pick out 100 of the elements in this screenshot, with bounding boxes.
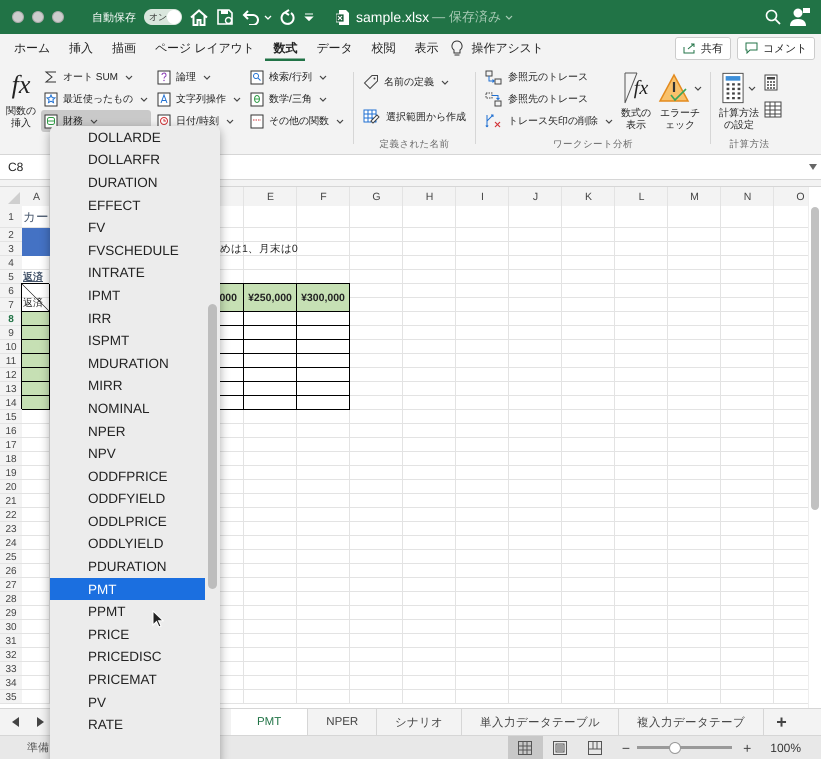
column-header[interactable]: M [668, 187, 721, 206]
menu-item[interactable]: PV [50, 690, 205, 714]
row-header[interactable]: 15 [0, 410, 22, 424]
column-header[interactable]: F [297, 187, 350, 206]
ribbon-button[interactable]: その他の関数 [247, 110, 347, 132]
row-header[interactable]: 10 [0, 340, 22, 354]
row-header[interactable]: 23 [0, 522, 22, 536]
row-header[interactable]: 7 [0, 298, 22, 312]
autosave-toggle[interactable]: オン [144, 9, 182, 25]
insert-function-button[interactable]: fx 関数の挿入 [4, 66, 38, 132]
ribbon-tab[interactable]: 表示 [406, 35, 446, 61]
row-header[interactable]: 33 [0, 662, 22, 676]
ribbon-button[interactable]: 名前の定義 [360, 66, 469, 98]
ribbon-tab[interactable]: 数式 [265, 35, 306, 61]
row-header[interactable]: 18 [0, 452, 22, 466]
menu-item[interactable]: EFFECT [50, 194, 205, 216]
ribbon-tab[interactable]: 校閲 [363, 35, 404, 61]
minimize-button[interactable] [32, 11, 44, 23]
row-header[interactable]: 34 [0, 676, 22, 690]
menu-item[interactable]: NPER [50, 420, 205, 442]
ribbon-tab[interactable]: ホーム [6, 35, 58, 61]
previous-sheet-icon[interactable] [12, 717, 20, 727]
row-header[interactable]: 12 [0, 368, 22, 382]
ribbon-button[interactable]: 数学/三角 [247, 88, 347, 110]
menu-item[interactable]: FVSCHEDULE [50, 238, 205, 262]
row-header[interactable]: 32 [0, 648, 22, 662]
row-header[interactable]: 16 [0, 424, 22, 438]
share-button[interactable]: 共有 [675, 36, 731, 60]
zoom-in-button[interactable]: + [738, 740, 756, 756]
ribbon-tab[interactable]: ページ レイアウト [147, 35, 262, 61]
menu-item[interactable]: PMT [50, 578, 205, 600]
row-header[interactable]: 25 [0, 550, 22, 564]
row-header[interactable]: 29 [0, 606, 22, 620]
row-header[interactable]: 19 [0, 466, 22, 480]
row-header[interactable]: 5 [0, 270, 22, 284]
menu-item[interactable]: NPV [50, 442, 205, 465]
ribbon-button[interactable]: 文字列操作 [154, 88, 244, 110]
ribbon-tab[interactable]: 描画 [104, 35, 144, 61]
column-header[interactable]: H [403, 187, 456, 206]
ribbon-button[interactable]: オート SUM [41, 66, 151, 88]
row-header[interactable]: 24 [0, 536, 22, 550]
menu-item[interactable]: MIRR [50, 374, 205, 398]
column-header[interactable]: K [562, 187, 615, 206]
row-header[interactable]: 4 [0, 256, 22, 270]
row-header[interactable]: 35 [0, 690, 22, 704]
row-header[interactable]: 27 [0, 578, 22, 592]
menu-item[interactable]: PPMT [50, 600, 205, 624]
column-header[interactable]: A [22, 187, 50, 206]
ribbon-button[interactable]: 参照元のトレース [482, 66, 616, 88]
calculation-options-button[interactable]: 計算方法の設定 [717, 66, 761, 134]
menu-item[interactable]: INTRATE [50, 262, 205, 284]
row-header[interactable]: 9 [0, 326, 22, 340]
add-sheet-button[interactable]: + [764, 712, 799, 732]
row-header[interactable]: 8 [0, 312, 22, 326]
calculator-icon[interactable] [764, 74, 778, 91]
column-header[interactable]: J [509, 187, 562, 206]
menu-item[interactable]: MDURATION [50, 352, 205, 375]
ribbon-button[interactable]: 検索/行列 [247, 66, 347, 88]
ribbon-button[interactable]: fx 数式の表示 [619, 66, 653, 134]
column-header[interactable]: N [721, 187, 774, 206]
menu-item[interactable]: ODDLPRICE [50, 510, 205, 533]
row-header[interactable]: 20 [0, 480, 22, 494]
menu-item[interactable]: PDURATION [50, 555, 205, 578]
ribbon-tab[interactable]: データ [308, 35, 360, 61]
menu-item[interactable]: PRICEMAT [50, 668, 205, 691]
menu-item[interactable]: ODDFYIELD [50, 488, 205, 510]
menu-item[interactable]: PRICE [50, 623, 205, 646]
row-header[interactable]: 30 [0, 620, 22, 634]
menu-item[interactable]: DOLLARFR [50, 148, 205, 172]
menu-item[interactable]: ODDFPRICE [50, 464, 205, 488]
search-icon[interactable] [765, 9, 781, 25]
row-header[interactable]: 21 [0, 494, 22, 508]
sheet-tab[interactable]: PMT [231, 709, 308, 735]
ribbon-button[interactable]: 選択範囲から作成 [360, 101, 469, 133]
view-button[interactable] [508, 736, 543, 759]
menu-item[interactable]: ODDLYIELD [50, 532, 205, 556]
save-icon[interactable] [216, 8, 234, 26]
row-header[interactable]: 17 [0, 438, 22, 452]
row-header[interactable]: 2 [0, 228, 22, 242]
menu-item[interactable]: ISPMT [50, 329, 205, 352]
column-header[interactable]: L [615, 187, 668, 206]
ribbon-button[interactable]: 参照先のトレース [482, 88, 616, 110]
menu-item[interactable]: PRICEDISC [50, 646, 205, 668]
row-header[interactable]: 28 [0, 592, 22, 606]
menu-item[interactable]: NOMINAL [50, 397, 205, 420]
row-header[interactable]: 14 [0, 396, 22, 410]
tell-me-button[interactable]: 操作アシスト [463, 35, 552, 61]
user-icon[interactable] [789, 7, 811, 27]
row-header[interactable]: 6 [0, 284, 22, 298]
ribbon-button[interactable]: エラーチェック [656, 66, 704, 134]
home-icon[interactable] [190, 8, 208, 26]
ribbon-button[interactable]: 最近使ったもの [41, 88, 151, 110]
name-box[interactable]: C8 [0, 160, 24, 174]
zoom-out-button[interactable]: − [616, 740, 636, 756]
close-button[interactable] [12, 11, 24, 23]
row-header[interactable]: 3 [0, 242, 22, 256]
menu-item[interactable]: FV [50, 216, 205, 239]
ribbon-tab[interactable]: 挿入 [61, 35, 101, 61]
row-header[interactable]: 13 [0, 382, 22, 396]
column-header[interactable]: I [456, 187, 509, 206]
